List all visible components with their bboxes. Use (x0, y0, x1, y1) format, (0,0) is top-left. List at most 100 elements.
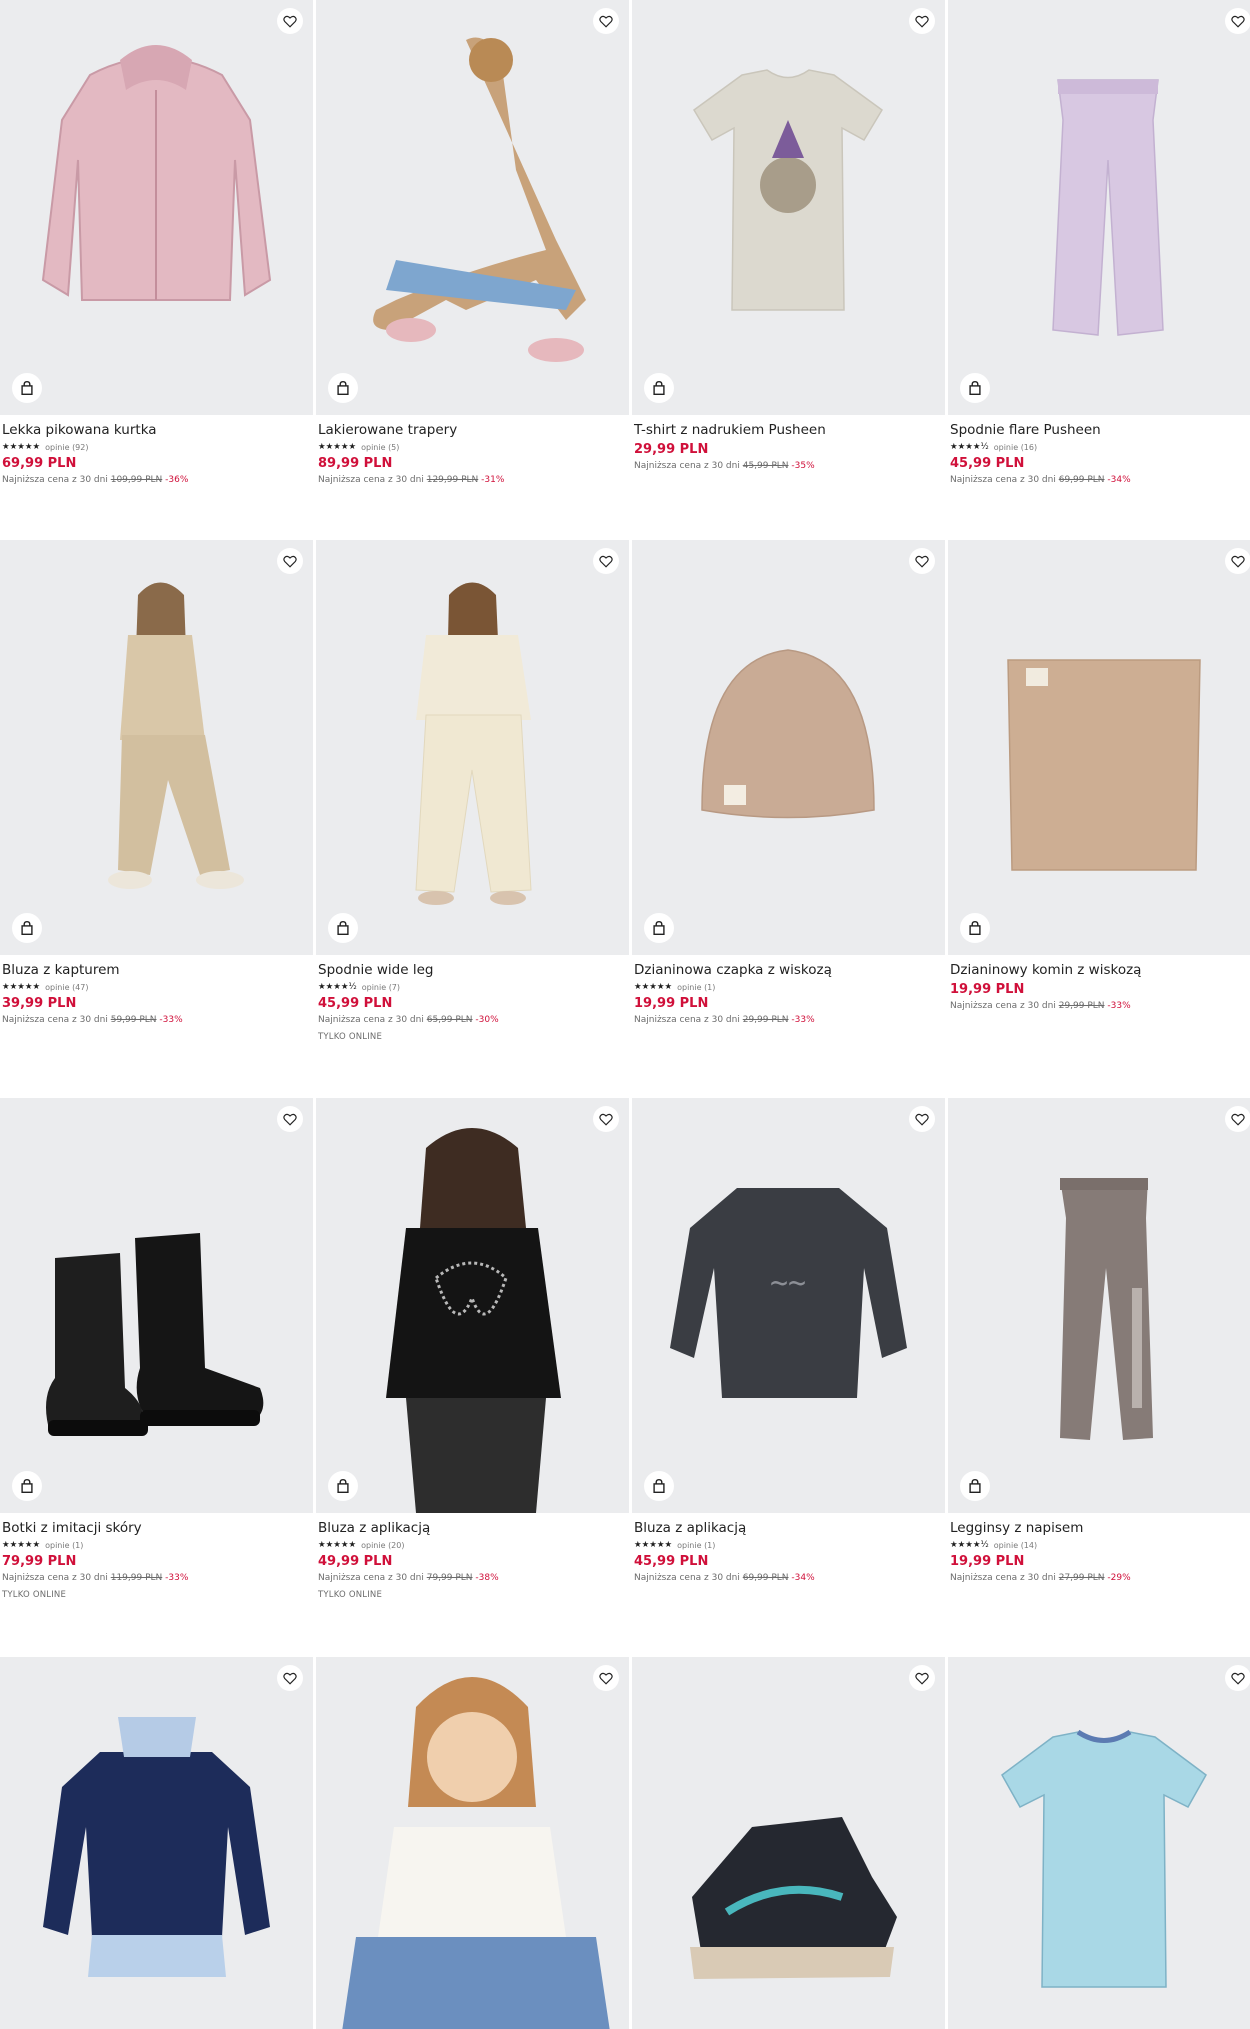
heart-icon[interactable] (909, 1665, 935, 1691)
product-card[interactable]: Legginsy z napisem ★★★★½ opinie (14) 19,… (948, 1098, 1250, 1583)
bag-icon[interactable] (644, 913, 674, 943)
bag-icon[interactable] (12, 373, 42, 403)
heart-icon[interactable] (277, 8, 303, 34)
product-name[interactable]: Lakierowane trapery (318, 422, 627, 439)
product-name[interactable]: Spodnie wide leg (318, 962, 627, 979)
product-name[interactable]: Lekka pikowana kurtka (2, 422, 311, 439)
product-image[interactable] (0, 540, 313, 955)
reviews-count[interactable]: opinie (47) (45, 983, 88, 992)
product-card[interactable]: T-shirt z nadrukiem Pusheen 29,99 PLN Naj… (632, 0, 945, 471)
product-card[interactable]: Dzianinowy komin z wiskozą 19,99 PLN Najn… (948, 540, 1250, 1011)
heart-icon[interactable] (1225, 548, 1250, 574)
bag-icon[interactable] (12, 913, 42, 943)
heart-icon[interactable] (277, 1106, 303, 1132)
discount-badge: -34% (1107, 475, 1131, 485)
product-name[interactable]: Dzianinowy komin z wiskozą (950, 962, 1250, 979)
product-image[interactable] (632, 1657, 945, 2029)
heart-icon[interactable] (277, 548, 303, 574)
reviews-count[interactable]: opinie (14) (994, 1541, 1037, 1550)
star-icon: ★★★★★ (2, 442, 41, 452)
bag-icon[interactable] (328, 373, 358, 403)
product-card[interactable] (948, 1657, 1250, 2029)
product-card[interactable]: Spodnie wide leg ★★★★½ opinie (7) 45,99 … (316, 540, 629, 1042)
heart-icon[interactable] (593, 1106, 619, 1132)
product-image[interactable] (0, 1657, 313, 2029)
product-card[interactable]: Lakierowane trapery ★★★★★ opinie (5) 89,… (316, 0, 629, 485)
product-name[interactable]: T-shirt z nadrukiem Pusheen (634, 422, 943, 439)
bag-icon[interactable] (644, 373, 674, 403)
product-rating: ★★★★½ opinie (14) (950, 1539, 1250, 1551)
product-image[interactable] (632, 540, 945, 955)
star-icon: ★★★★★ (318, 442, 357, 452)
lowest-price-info: Najniższa cena z 30 dni 27,99 PLN -29% (950, 1573, 1250, 1583)
heart-icon[interactable] (593, 548, 619, 574)
heart-icon[interactable] (909, 8, 935, 34)
old-price: 109,99 PLN (110, 475, 163, 485)
product-info: Bluza z aplikacją ★★★★★ opinie (1) 45,99… (632, 1513, 945, 1583)
product-card[interactable]: ~~ Bluza z aplikacją ★★★★★ opinie (1) 45… (632, 1098, 945, 1583)
product-name[interactable]: Botki z imitacji skóry (2, 1520, 311, 1537)
reviews-count[interactable]: opinie (1) (677, 1541, 715, 1550)
heart-icon[interactable] (1225, 8, 1250, 34)
product-card[interactable] (316, 1657, 629, 2029)
product-card[interactable]: Spodnie flare Pusheen ★★★★½ opinie (16) … (948, 0, 1250, 485)
bag-icon[interactable] (328, 1471, 358, 1501)
bag-icon[interactable] (12, 1471, 42, 1501)
product-image[interactable] (316, 540, 629, 955)
product-name[interactable]: Bluza z kapturem (2, 962, 311, 979)
heart-icon[interactable] (277, 1665, 303, 1691)
product-price: 79,99 PLN (2, 1554, 77, 1569)
product-image[interactable] (316, 1098, 629, 1513)
product-card[interactable] (0, 1657, 313, 2029)
product-card[interactable] (632, 1657, 945, 2029)
reviews-count[interactable]: opinie (7) (362, 983, 400, 992)
product-image[interactable] (948, 1657, 1250, 2029)
product-rating: ★★★★½ opinie (7) (318, 981, 627, 993)
bag-icon[interactable] (960, 1471, 990, 1501)
reviews-count[interactable]: opinie (20) (361, 1541, 404, 1550)
product-image[interactable] (948, 540, 1250, 955)
lowest-price-label: Najniższa cena z 30 dni (2, 1573, 108, 1583)
lowest-price-info: Najniższa cena z 30 dni 65,99 PLN -30% (318, 1015, 627, 1025)
bag-icon[interactable] (960, 913, 990, 943)
product-image[interactable] (948, 1098, 1250, 1513)
reviews-count[interactable]: opinie (5) (361, 443, 399, 452)
product-card[interactable]: Lekka pikowana kurtka ★★★★★ opinie (92) … (0, 0, 313, 485)
lowest-price-info: Najniższa cena z 30 dni 129,99 PLN -31% (318, 475, 627, 485)
product-name[interactable]: Legginsy z napisem (950, 1520, 1250, 1537)
product-card[interactable]: Bluza z kapturem ★★★★★ opinie (47) 39,99… (0, 540, 313, 1025)
bag-icon[interactable] (960, 373, 990, 403)
bag-icon[interactable] (644, 1471, 674, 1501)
product-name[interactable]: Bluza z aplikacją (318, 1520, 627, 1537)
product-card[interactable]: Dzianinowa czapka z wiskozą ★★★★★ opinie… (632, 540, 945, 1025)
product-info: Lakierowane trapery ★★★★★ opinie (5) 89,… (316, 415, 629, 485)
heart-icon[interactable] (909, 1106, 935, 1132)
product-rating: ★★★★★ opinie (47) (2, 981, 311, 993)
product-image[interactable] (0, 1098, 313, 1513)
heart-icon[interactable] (1225, 1665, 1250, 1691)
product-image[interactable] (948, 0, 1250, 415)
heart-icon[interactable] (909, 548, 935, 574)
product-card[interactable]: Bluza z aplikacją ★★★★★ opinie (20) 49,9… (316, 1098, 629, 1600)
lowest-price-label: Najniższa cena z 30 dni (634, 461, 740, 471)
reviews-count[interactable]: opinie (92) (45, 443, 88, 452)
product-image[interactable] (0, 0, 313, 415)
lowest-price-info: Najniższa cena z 30 dni 59,99 PLN -33% (2, 1015, 311, 1025)
product-image[interactable] (632, 0, 945, 415)
product-card[interactable]: Botki z imitacji skóry ★★★★★ opinie (1) … (0, 1098, 313, 1600)
heart-icon[interactable] (1225, 1106, 1250, 1132)
reviews-count[interactable]: opinie (16) (994, 443, 1037, 452)
product-image[interactable] (316, 0, 629, 415)
product-name[interactable]: Dzianinowa czapka z wiskozą (634, 962, 943, 979)
product-image[interactable] (316, 1657, 629, 2029)
reviews-count[interactable]: opinie (1) (677, 983, 715, 992)
reviews-count[interactable]: opinie (1) (45, 1541, 83, 1550)
bag-icon[interactable] (328, 913, 358, 943)
product-info: Legginsy z napisem ★★★★½ opinie (14) 19,… (948, 1513, 1250, 1583)
old-price: 59,99 PLN (110, 1015, 157, 1025)
heart-icon[interactable] (593, 8, 619, 34)
product-name[interactable]: Bluza z aplikacją (634, 1520, 943, 1537)
product-name[interactable]: Spodnie flare Pusheen (950, 422, 1250, 439)
heart-icon[interactable] (593, 1665, 619, 1691)
product-image[interactable]: ~~ (632, 1098, 945, 1513)
